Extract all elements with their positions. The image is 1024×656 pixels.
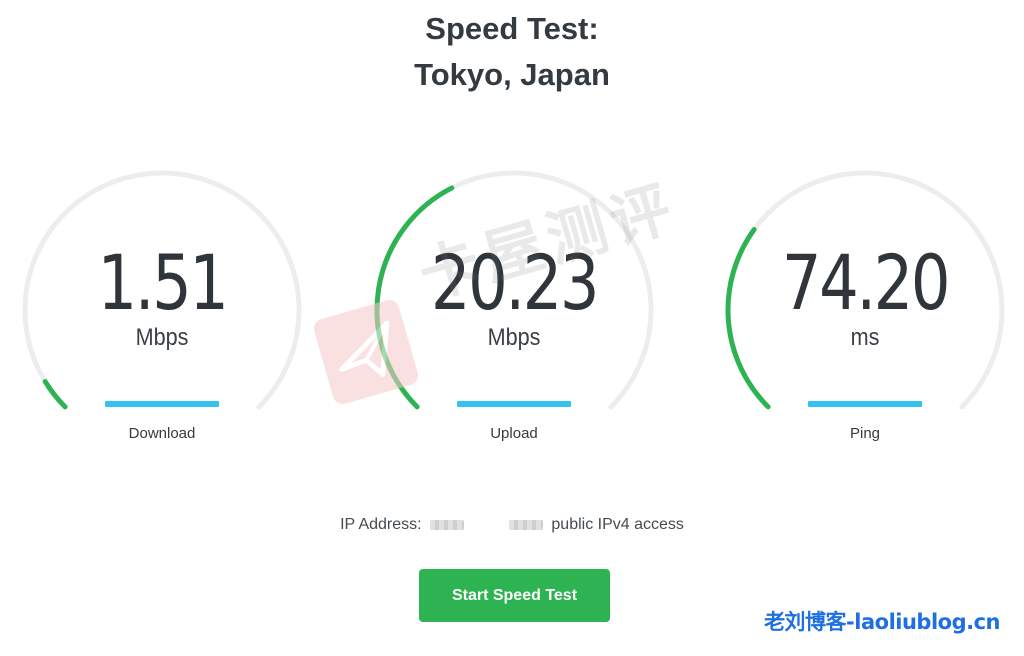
download-label: Download xyxy=(128,425,196,442)
ip-address-redacted xyxy=(430,519,465,530)
site-credit: 老刘博客-laoliublog.cn xyxy=(764,610,1000,634)
ping-bar xyxy=(808,401,922,407)
ip-address-redacted-2 xyxy=(508,519,543,530)
ip-address-label: IP Address: xyxy=(340,516,422,533)
ping-label: Ping xyxy=(849,425,881,442)
ip-access-type: public IPv4 access xyxy=(551,516,684,533)
upload-unit: Mbps xyxy=(487,324,541,351)
ping-unit: ms xyxy=(850,324,880,351)
download-value: 1.51 xyxy=(97,238,229,327)
speed-test-page: Speed Test: Tokyo, Japan 1.51 Mbps Downl… xyxy=(0,0,1024,656)
start-speed-test-button[interactable]: Start Speed Test xyxy=(419,569,610,622)
upload-bar xyxy=(457,401,571,407)
download-unit: Mbps xyxy=(135,324,189,351)
download-gauge: 1.51 Mbps Download xyxy=(12,160,312,460)
upload-label: Upload xyxy=(490,425,538,442)
ip-address-line: IP Address: public IPv4 access xyxy=(0,516,1024,534)
download-bar xyxy=(105,401,219,407)
ping-value: 74.20 xyxy=(781,238,951,327)
title-line-1: Speed Test: xyxy=(425,11,599,46)
page-title: Speed Test: Tokyo, Japan xyxy=(0,6,1024,98)
download-gauge-progress xyxy=(42,379,68,410)
title-line-2: Tokyo, Japan xyxy=(414,57,610,92)
ping-gauge: 74.20 ms Ping xyxy=(715,160,1015,460)
